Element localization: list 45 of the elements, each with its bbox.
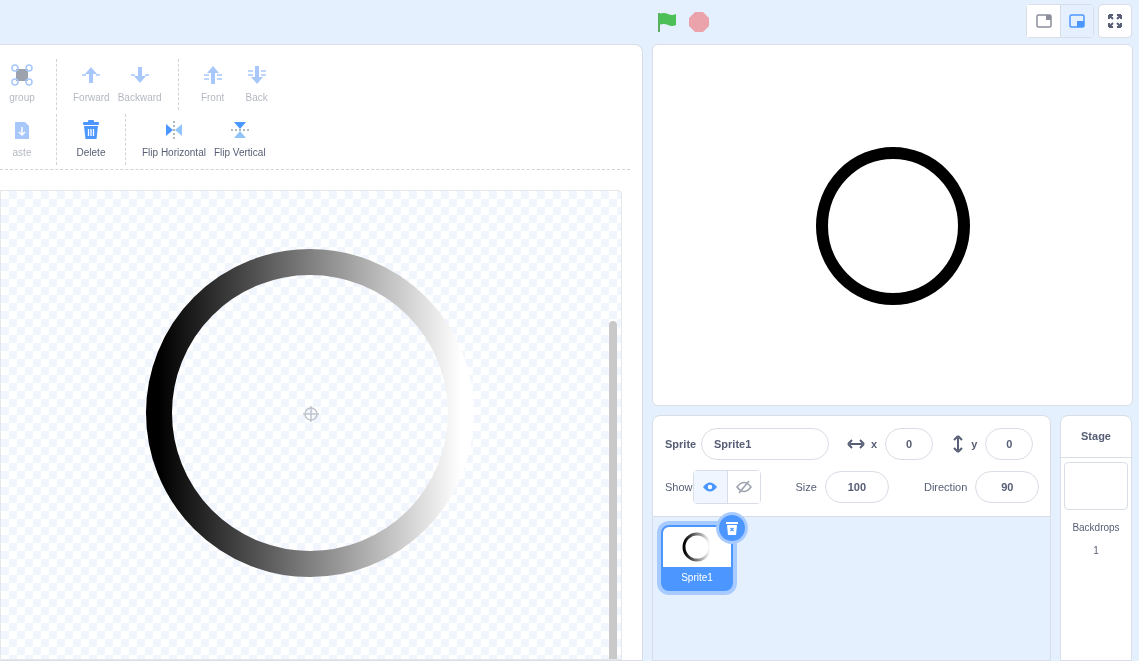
y-label: y	[971, 436, 978, 452]
delete-sprite-button[interactable]	[719, 515, 745, 541]
fullscreen-icon	[1108, 14, 1122, 28]
flag-icon[interactable]	[656, 11, 678, 33]
vertical-arrow-icon	[953, 435, 964, 453]
stage-size-button[interactable]	[1060, 5, 1093, 37]
ring-shape[interactable]	[146, 249, 474, 577]
toolbar-button[interactable]: Flip Horizontal	[138, 112, 210, 167]
y-field[interactable]: 0	[985, 428, 1034, 460]
show-button[interactable]	[693, 471, 727, 503]
size-field[interactable]: 100	[824, 471, 889, 503]
hide-button[interactable]	[726, 471, 760, 503]
backdrop-thumbnail[interactable]	[1064, 462, 1128, 510]
crosshair-icon	[302, 405, 320, 423]
x-label: x	[871, 436, 878, 452]
eye-slash-icon	[735, 480, 752, 494]
eye-icon	[702, 481, 719, 493]
arrow-down-icon	[245, 64, 268, 86]
toolbar-button[interactable]: Flip Vertical	[209, 112, 270, 167]
circle-sprite[interactable]	[816, 147, 970, 305]
sprite-label: Sprite	[665, 436, 698, 452]
fullscreen-button[interactable]	[1098, 4, 1132, 38]
x-field[interactable]: 0	[885, 428, 934, 460]
direction-label: Direction	[923, 479, 968, 495]
stage-title: Stage	[1061, 416, 1131, 458]
size-label: Size	[795, 479, 817, 495]
arrow-up-icon	[201, 64, 224, 86]
paint-canvas[interactable]	[0, 190, 622, 660]
trash-icon	[80, 119, 102, 141]
stage[interactable]	[652, 44, 1133, 406]
trash-icon	[726, 521, 738, 535]
small-stage-icon	[1035, 14, 1052, 28]
backdrops-count: 1	[1093, 544, 1099, 558]
backdrops-label: Backdrops	[1072, 521, 1120, 535]
ungroup-icon	[11, 64, 33, 86]
direction-field[interactable]: 90	[975, 471, 1040, 503]
toolbar-button[interactable]: Delete	[69, 112, 113, 167]
flip-vertical-icon	[228, 119, 251, 141]
sprite-name-field[interactable]: Sprite1	[701, 428, 829, 460]
large-stage-icon	[1069, 14, 1085, 28]
show-label: Show	[665, 479, 693, 495]
scrollbar[interactable]	[609, 321, 617, 659]
sprite-name: Sprite1	[680, 571, 714, 585]
stop-icon[interactable]	[688, 11, 710, 33]
horizontal-arrow-icon	[847, 439, 865, 449]
